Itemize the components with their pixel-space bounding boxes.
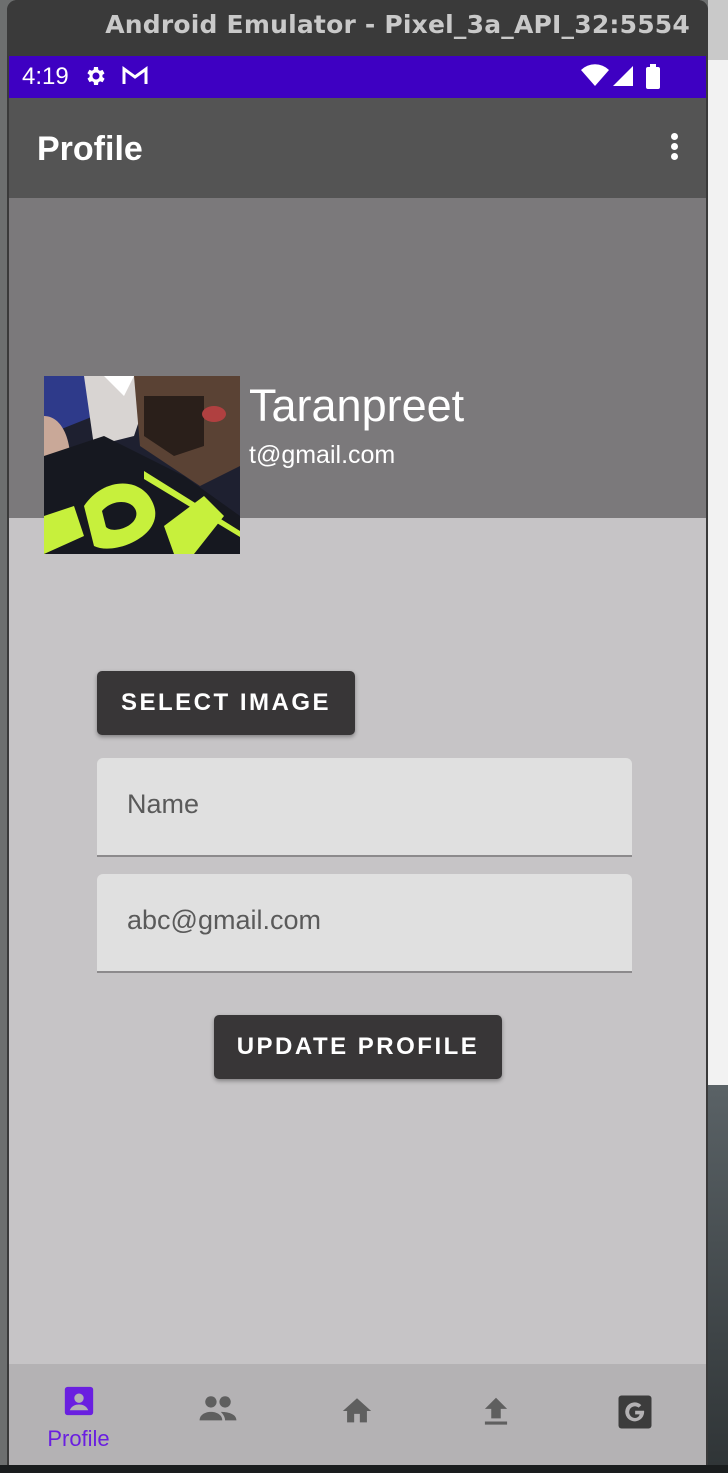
emulator-window: Android Emulator - Pixel_3a_API_32:5554 …	[7, 0, 708, 1473]
nav-item-google[interactable]	[565, 1364, 704, 1465]
profile-name: Taranpreet	[249, 380, 465, 431]
window-title: Android Emulator - Pixel_3a_API_32:5554	[105, 10, 690, 39]
desktop-background	[708, 0, 728, 1473]
google-icon	[618, 1395, 651, 1429]
profile-email: t@gmail.com	[249, 441, 396, 469]
nav-item-home[interactable]	[287, 1364, 426, 1465]
app-bar: Profile	[9, 98, 706, 198]
name-field[interactable]	[97, 758, 632, 857]
people-icon	[199, 1396, 236, 1421]
emulator-titlebar[interactable]: Android Emulator - Pixel_3a_API_32:5554	[7, 0, 708, 56]
nav-label-profile: Profile	[47, 1426, 110, 1451]
account-box-icon	[64, 1386, 93, 1416]
wifi-icon	[581, 64, 609, 93]
battery-icon	[645, 64, 661, 95]
more-options-icon[interactable]	[662, 130, 686, 166]
desktop-edge	[0, 1465, 728, 1473]
home-icon	[342, 1398, 371, 1423]
gmail-icon	[121, 64, 149, 93]
nav-item-people[interactable]	[148, 1364, 287, 1465]
profile-avatar	[44, 376, 240, 554]
phone-screen: 4:19 Profile Taranpreet t@gmail.com SELE…	[9, 56, 706, 1465]
name-input[interactable]	[125, 788, 609, 821]
settings-icon	[83, 64, 107, 93]
select-image-button[interactable]: SELECT IMAGE	[97, 671, 355, 735]
nav-item-upload[interactable]	[426, 1364, 565, 1465]
email-field[interactable]	[97, 874, 632, 973]
update-profile-button[interactable]: UPDATE PROFILE	[214, 1015, 502, 1079]
nav-item-profile[interactable]: Profile	[9, 1364, 148, 1465]
bottom-navigation: Profile	[9, 1364, 706, 1465]
page-title: Profile	[37, 130, 143, 168]
email-input[interactable]	[125, 904, 609, 937]
signal-icon	[611, 64, 635, 93]
status-time: 4:19	[22, 63, 69, 90]
status-bar: 4:19	[9, 56, 706, 98]
upload-icon	[484, 1397, 507, 1425]
